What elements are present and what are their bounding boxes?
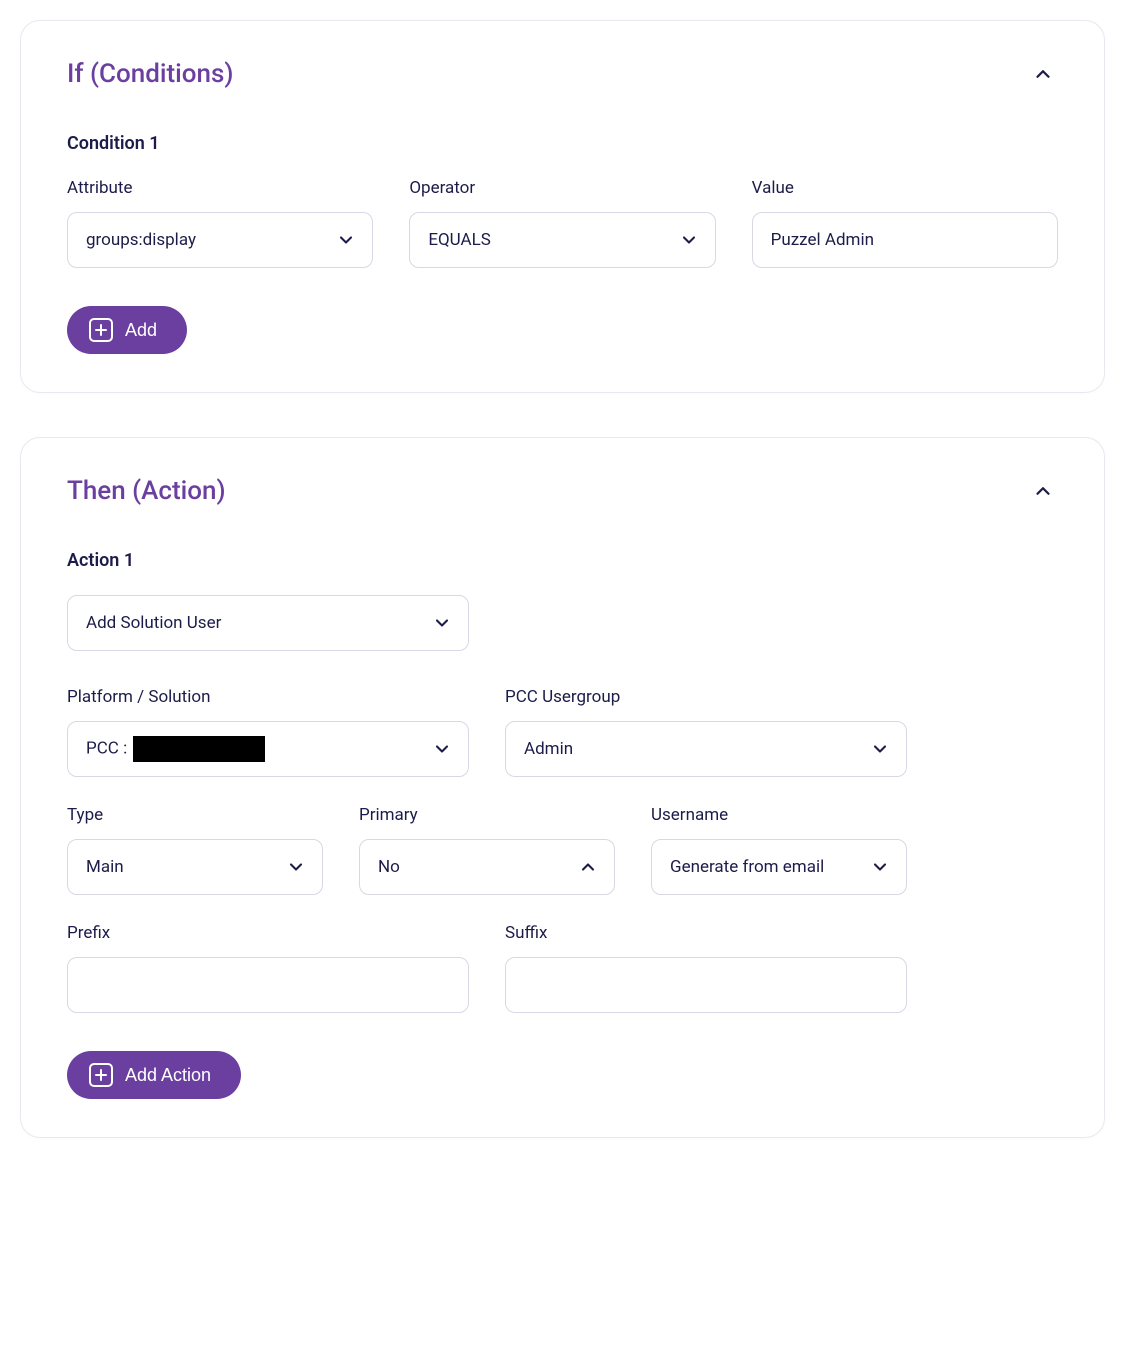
chevron-down-icon bbox=[336, 230, 356, 250]
action-type-row: Add Solution User bbox=[67, 595, 1058, 651]
primary-label: Primary bbox=[359, 805, 615, 825]
type-label: Type bbox=[67, 805, 323, 825]
value-field: Value Puzzel Admin bbox=[752, 178, 1058, 268]
conditions-panel: If (Conditions) Condition 1 Attribute gr… bbox=[20, 20, 1105, 393]
attribute-select-value: groups:display bbox=[86, 230, 196, 250]
platform-select[interactable]: PCC : bbox=[67, 721, 469, 777]
chevron-up-icon bbox=[1032, 63, 1054, 85]
add-condition-label: Add bbox=[125, 320, 157, 341]
chevron-up-icon bbox=[1032, 480, 1054, 502]
prefix-label: Prefix bbox=[67, 923, 469, 943]
type-value: Main bbox=[86, 857, 124, 877]
conditions-collapse-toggle[interactable] bbox=[1028, 59, 1058, 89]
chevron-down-icon bbox=[679, 230, 699, 250]
chevron-down-icon bbox=[432, 613, 452, 633]
prefix-field: Prefix bbox=[67, 923, 469, 1013]
suffix-field: Suffix bbox=[505, 923, 907, 1013]
operator-label: Operator bbox=[409, 178, 715, 198]
attribute-select[interactable]: groups:display bbox=[67, 212, 373, 268]
value-input-text: Puzzel Admin bbox=[771, 230, 874, 250]
add-action-button[interactable]: Add Action bbox=[67, 1051, 241, 1099]
chevron-down-icon bbox=[432, 739, 452, 759]
value-label: Value bbox=[752, 178, 1058, 198]
chevron-up-icon bbox=[578, 857, 598, 877]
action-type-select[interactable]: Add Solution User bbox=[67, 595, 469, 651]
prefix-input[interactable] bbox=[67, 957, 469, 1013]
chevron-down-icon bbox=[870, 857, 890, 877]
conditions-title: If (Conditions) bbox=[67, 59, 233, 89]
username-field: Username Generate from email bbox=[651, 805, 907, 895]
usergroup-label: PCC Usergroup bbox=[505, 687, 907, 707]
plus-icon bbox=[89, 1063, 113, 1087]
attribute-label: Attribute bbox=[67, 178, 373, 198]
plus-icon bbox=[89, 318, 113, 342]
condition-fields-row: Attribute groups:display Operator EQUALS… bbox=[67, 178, 1058, 268]
suffix-input[interactable] bbox=[505, 957, 907, 1013]
primary-field: Primary No bbox=[359, 805, 615, 895]
operator-field: Operator EQUALS bbox=[409, 178, 715, 268]
suffix-label: Suffix bbox=[505, 923, 907, 943]
primary-value: No bbox=[378, 857, 400, 877]
usergroup-select[interactable]: Admin bbox=[505, 721, 907, 777]
value-input[interactable]: Puzzel Admin bbox=[752, 212, 1058, 268]
usergroup-value: Admin bbox=[524, 739, 573, 759]
platform-field: Platform / Solution PCC : bbox=[67, 687, 469, 777]
usergroup-field: PCC Usergroup Admin bbox=[505, 687, 907, 777]
action-1-title: Action 1 bbox=[67, 550, 1058, 571]
actions-collapse-toggle[interactable] bbox=[1028, 476, 1058, 506]
type-select[interactable]: Main bbox=[67, 839, 323, 895]
username-select[interactable]: Generate from email bbox=[651, 839, 907, 895]
platform-prefix: PCC : bbox=[86, 738, 127, 758]
actions-title: Then (Action) bbox=[67, 476, 226, 506]
chevron-down-icon bbox=[870, 739, 890, 759]
actions-panel: Then (Action) Action 1 Add Solution User… bbox=[20, 437, 1105, 1138]
operator-select-value: EQUALS bbox=[428, 230, 491, 250]
actions-header: Then (Action) bbox=[67, 476, 1058, 506]
add-action-label: Add Action bbox=[125, 1065, 211, 1086]
add-condition-button[interactable]: Add bbox=[67, 306, 187, 354]
type-primary-username-row: Type Main Primary No Username Generate f… bbox=[67, 805, 907, 895]
username-label: Username bbox=[651, 805, 907, 825]
action-type-value: Add Solution User bbox=[86, 613, 221, 633]
username-value: Generate from email bbox=[670, 857, 824, 877]
attribute-field: Attribute groups:display bbox=[67, 178, 373, 268]
condition-1-title: Condition 1 bbox=[67, 133, 1058, 154]
chevron-down-icon bbox=[286, 857, 306, 877]
type-field: Type Main bbox=[67, 805, 323, 895]
conditions-header: If (Conditions) bbox=[67, 59, 1058, 89]
platform-redacted-value bbox=[133, 736, 265, 762]
primary-select[interactable]: No bbox=[359, 839, 615, 895]
operator-select[interactable]: EQUALS bbox=[409, 212, 715, 268]
prefix-suffix-row: Prefix Suffix bbox=[67, 923, 907, 1013]
platform-label: Platform / Solution bbox=[67, 687, 469, 707]
platform-usergroup-row: Platform / Solution PCC : PCC Usergroup … bbox=[67, 687, 907, 777]
